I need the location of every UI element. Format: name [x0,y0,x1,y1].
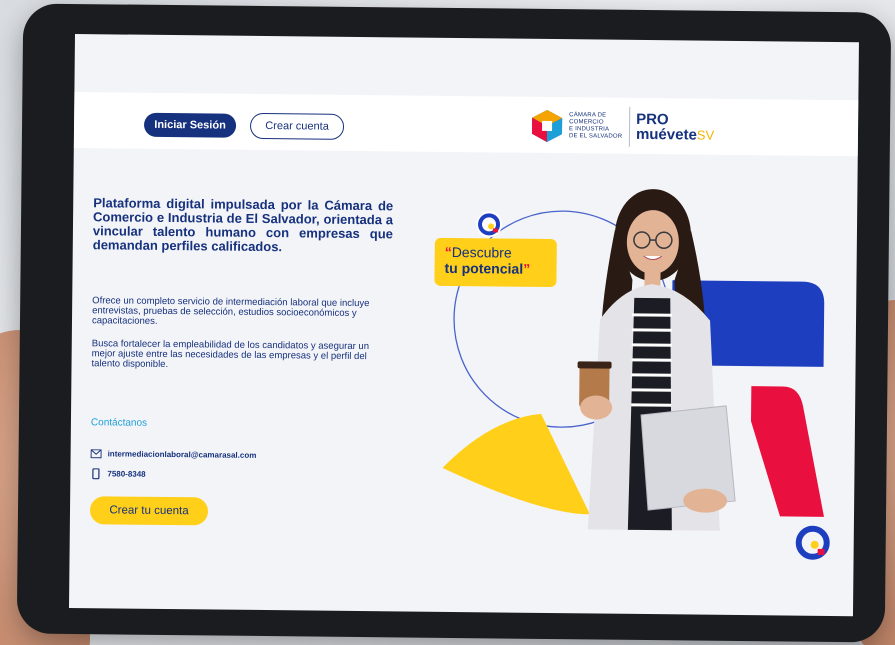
promuevete-logo: PRO muéveteSV [635,111,715,144]
description-paragraph: Busca fortalecer la empleabilidad de los… [91,338,370,371]
discover-potential-badge: “Descubre tu potencial” [434,237,557,288]
create-account-button[interactable]: Crear cuenta [249,112,345,140]
top-navigation-bar: Iniciar Sesión Crear cuenta CÁMARA DE CO… [73,92,859,157]
hero-illustration: “Descubre tu potencial” [419,168,857,593]
smartphone-icon [92,468,100,480]
camara-line: DE EL SALVADOR [568,133,623,140]
contact-heading: Contáctanos [90,417,148,429]
camara-name: CÁMARA DE COMERCIO E INDUSTRIA DE EL SAL… [569,112,623,141]
contact-phone-row: 7580-8348 [90,468,146,480]
logo-divider [628,106,631,147]
q-logo-icon [476,211,503,238]
pink-shape [750,386,824,517]
description-paragraph: Ofrece un completo servicio de intermedi… [91,295,370,327]
camara-logo-icon [531,109,563,142]
badge-line-2: tu potencial [444,259,524,277]
main-headline: Plataforma digital impulsada por la Cáma… [92,195,394,255]
create-your-account-button[interactable]: Crear tu cuenta [89,496,209,526]
brand-logos: CÁMARA DE COMERCIO E INDUSTRIA DE EL SAL… [529,105,715,149]
brand-muevete-text: muévete [635,125,697,144]
badge-line-1: Descubre [451,243,512,261]
brand-sv-text: SV [696,127,715,143]
close-quote: ” [523,260,531,277]
q-logo-icon [795,525,830,560]
yellow-shape [442,413,591,515]
login-button[interactable]: Iniciar Sesión [143,112,237,138]
tablet-device: Iniciar Sesión Crear cuenta CÁMARA DE CO… [16,3,892,643]
contact-email[interactable]: intermediacionlaboral@camarasal.com [108,449,257,460]
contact-email-row: intermediacionlaboral@camarasal.com [90,449,257,460]
tablet-screen: Iniciar Sesión Crear cuenta CÁMARA DE CO… [68,34,859,617]
contact-phone[interactable]: 7580-8348 [107,469,145,478]
mail-icon [90,449,102,459]
